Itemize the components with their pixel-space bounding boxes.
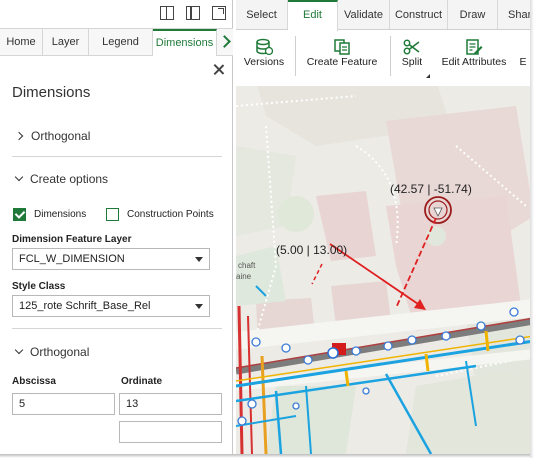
section-label: Orthogonal [30,345,90,359]
panel-toolbar [0,0,233,28]
tab-draw[interactable]: Draw [448,0,498,29]
panel-tabs: Home Layer Legend Dimensions [0,28,233,56]
section-orthogonal[interactable]: Orthogonal [12,344,89,360]
select-value: FCL_W_DIMENSION [19,253,125,265]
tab-dimensions[interactable]: Dimensions [153,29,217,56]
dock-panel-icon[interactable] [186,6,200,20]
abscissa-input[interactable]: 5 [12,393,115,415]
ribbon: Select Edit Validate Construct Draw Shar… [236,0,534,86]
ordinate-input[interactable]: 13 [119,393,222,415]
style-class-label: Style Class [12,281,66,292]
expand-icon[interactable] [212,6,226,20]
create-feature-button[interactable]: Create Feature [304,36,380,82]
divider [12,156,222,157]
caret-down-icon [195,257,203,262]
create-feature-label: Create Feature [306,56,378,68]
window-shadow [530,0,534,458]
edit-attributes-label: Edit Attributes [441,56,507,68]
create-feature-icon [334,39,350,55]
tab-home[interactable]: Home [0,29,43,56]
chevron-down-icon [14,345,24,355]
dimensions-panel: Home Layer Legend Dimensions Dimensions … [0,0,233,454]
style-class-select[interactable]: 125_rote Schrift_Base_Rel [12,295,210,317]
window-shadow [0,454,534,458]
separator [390,36,391,76]
more-label: E [519,56,527,68]
tab-edit[interactable]: Edit [288,0,338,31]
section-label: Orthogonal [31,129,91,143]
construction-points-checkbox-label: Construction Points [127,209,214,220]
split-button[interactable]: Split [396,36,428,82]
divider [12,328,222,329]
section-create-options[interactable]: Create options [12,171,108,187]
dimension-feature-layer-label: Dimension Feature Layer [12,234,132,245]
street-label: aine [236,272,252,281]
tab-layer[interactable]: Layer [43,29,89,56]
tab-validate[interactable]: Validate [338,0,390,29]
chevron-right-icon[interactable] [218,34,232,50]
point-a-coordinates: (42.57 | -51.74) [390,182,472,196]
chevron-right-icon [14,131,24,141]
abscissa-label: Abscissa [12,376,56,387]
dimension-feature-layer-select[interactable]: FCL_W_DIMENSION [12,248,210,270]
tab-legend[interactable]: Legend [89,29,153,56]
separator [295,36,296,76]
chevron-down-icon [14,172,24,182]
scissors-icon [403,39,420,55]
construction-points-checkbox[interactable] [106,208,119,221]
tab-select[interactable]: Select [236,0,288,29]
versions-label: Versions [243,56,285,68]
split-label: Split [401,56,423,68]
select-value: 125_rote Schrift_Base_Rel [19,300,151,312]
edit-attributes-button[interactable]: Edit Attributes [436,36,512,82]
map-view[interactable]: (42.57 | -51.74) (5.00 | 13.00) chaft ai… [236,86,534,454]
edit-attributes-icon [466,39,483,55]
more-button[interactable]: E [516,36,530,82]
ordinate-label: Ordinate [121,376,163,387]
point-b-coordinates: (5.00 | 13.00) [276,243,348,257]
caret-down-icon [195,304,203,309]
dimensions-checkbox-label: Dimensions [34,209,87,220]
split-dropdown-icon[interactable] [426,70,430,78]
page-title: Dimensions [12,84,91,101]
third-input[interactable] [119,421,222,443]
tab-construct[interactable]: Construct [390,0,448,29]
section-label: Create options [30,172,109,186]
street-label: chaft [238,261,256,270]
versions-button[interactable]: Versions [238,36,290,82]
section-orthogonal-collapsed[interactable]: Orthogonal [12,128,90,144]
versions-icon [256,38,273,56]
split-view-icon[interactable] [160,6,174,20]
dimensions-checkbox[interactable] [13,208,26,221]
map-canvas [236,86,534,454]
close-icon[interactable] [213,64,225,76]
tab-share[interactable]: Shar [498,0,534,29]
ribbon-tabs: Select Edit Validate Construct Draw Shar [236,0,534,31]
